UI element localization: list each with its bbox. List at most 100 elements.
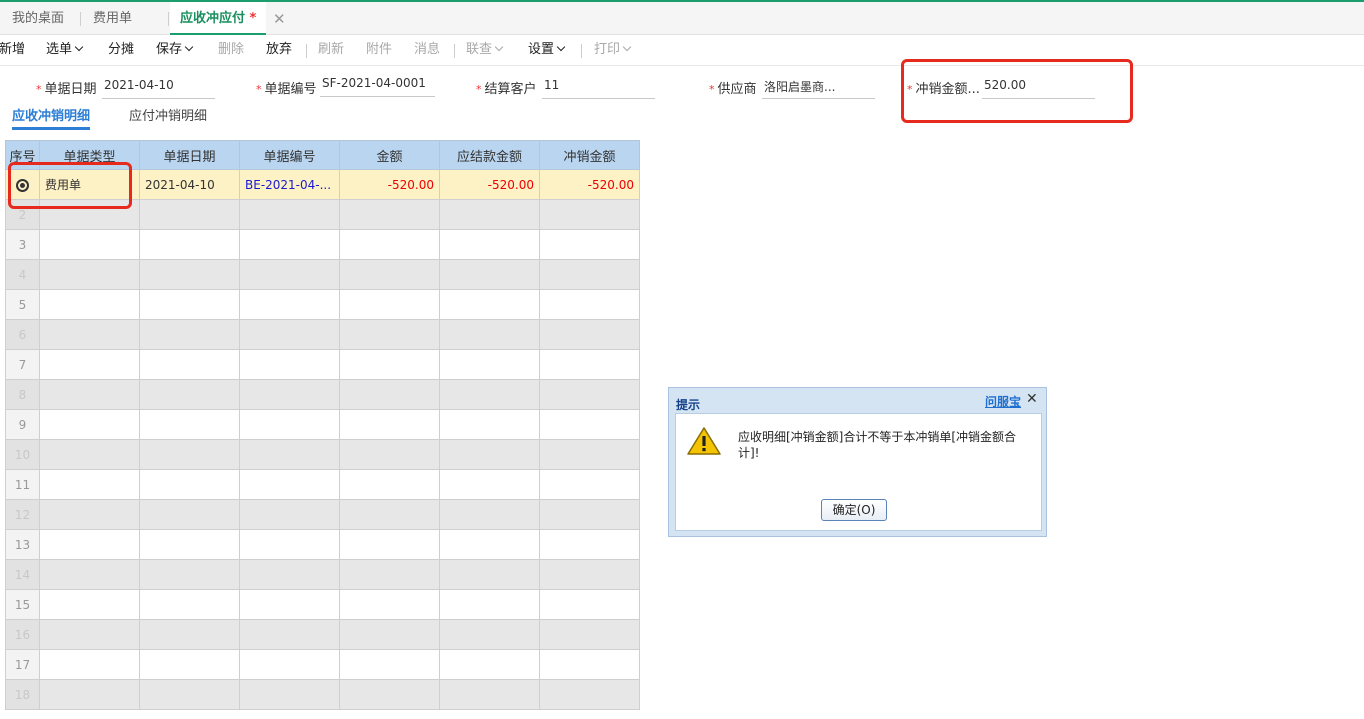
select-doc-button[interactable]: 选单 xyxy=(46,35,84,64)
cell-doc-no[interactable] xyxy=(239,349,340,380)
table-row[interactable]: 15 xyxy=(5,589,640,620)
cell-amount[interactable] xyxy=(339,559,440,590)
table-row[interactable]: 5 xyxy=(5,289,640,320)
settings-button[interactable]: 设置 xyxy=(528,35,566,64)
cell-doc-no[interactable] xyxy=(239,319,340,350)
cell-amount[interactable] xyxy=(339,499,440,530)
cell-doc-type[interactable] xyxy=(39,619,140,650)
cell-due-amount[interactable]: -520.00 xyxy=(439,169,540,200)
tab-desktop[interactable]: 我的桌面 xyxy=(12,2,64,35)
cell-offset-amount[interactable] xyxy=(539,349,640,380)
cell-amount[interactable] xyxy=(339,649,440,680)
cell-due-amount[interactable] xyxy=(439,259,540,290)
cell-doc-no[interactable] xyxy=(239,619,340,650)
cell-doc-type[interactable] xyxy=(39,319,140,350)
cell-doc-date[interactable] xyxy=(139,559,240,590)
message-button[interactable]: 消息 xyxy=(414,35,440,64)
delete-button[interactable]: 删除 xyxy=(218,35,244,64)
ok-button[interactable]: 确定(O) xyxy=(821,499,887,521)
cell-doc-type[interactable] xyxy=(39,649,140,680)
table-row[interactable]: 17 xyxy=(5,649,640,680)
table-row[interactable]: 12 xyxy=(5,499,640,530)
cell-doc-type[interactable] xyxy=(39,289,140,320)
col-header-due-amount[interactable]: 应结款金额 xyxy=(439,140,540,170)
close-tab-icon[interactable]: ✕ xyxy=(273,2,286,36)
cell-doc-no[interactable] xyxy=(239,229,340,260)
cell-doc-no[interactable] xyxy=(239,649,340,680)
cell-doc-type[interactable] xyxy=(39,589,140,620)
cell-due-amount[interactable] xyxy=(439,199,540,230)
cell-doc-date[interactable] xyxy=(139,529,240,560)
cell-amount[interactable] xyxy=(339,409,440,440)
cell-offset-amount[interactable] xyxy=(539,439,640,470)
cell-doc-date[interactable] xyxy=(139,469,240,500)
col-header-amount[interactable]: 金额 xyxy=(339,140,440,170)
cell-amount[interactable] xyxy=(339,259,440,290)
col-header-offset-amount[interactable]: 冲销金额 xyxy=(539,140,640,170)
table-row[interactable]: 18 xyxy=(5,679,640,710)
cell-due-amount[interactable] xyxy=(439,289,540,320)
cell-amount[interactable] xyxy=(339,469,440,500)
cell-due-amount[interactable] xyxy=(439,649,540,680)
cell-due-amount[interactable] xyxy=(439,529,540,560)
cell-amount[interactable] xyxy=(339,619,440,650)
table-row[interactable]: 6 xyxy=(5,319,640,350)
cell-offset-amount[interactable] xyxy=(539,259,640,290)
cell-due-amount[interactable] xyxy=(439,469,540,500)
table-row[interactable]: 7 xyxy=(5,349,640,380)
cell-offset-amount[interactable] xyxy=(539,379,640,410)
cell-due-amount[interactable] xyxy=(439,679,540,710)
cell-doc-type[interactable] xyxy=(39,469,140,500)
col-header-doc-no[interactable]: 单据编号 xyxy=(239,140,340,170)
cell-doc-no[interactable] xyxy=(239,379,340,410)
cell-due-amount[interactable] xyxy=(439,559,540,590)
cell-offset-amount[interactable] xyxy=(539,619,640,650)
table-row[interactable]: 16 xyxy=(5,619,640,650)
close-icon[interactable]: ✕ xyxy=(1026,391,1038,407)
cell-doc-no[interactable] xyxy=(239,409,340,440)
cell-offset-amount[interactable] xyxy=(539,649,640,680)
linked-query-button[interactable]: 联查 xyxy=(466,35,504,64)
split-button[interactable]: 分摊 xyxy=(108,35,134,64)
cell-doc-type[interactable] xyxy=(39,409,140,440)
tab-receivable-detail[interactable]: 应收冲销明细 xyxy=(12,107,91,130)
cell-amount[interactable] xyxy=(339,289,440,320)
cell-doc-no[interactable] xyxy=(239,559,340,590)
cell-doc-type[interactable] xyxy=(39,529,140,560)
cell-offset-amount[interactable] xyxy=(539,679,640,710)
tab-payable-detail[interactable]: 应付冲销明细 xyxy=(129,107,207,127)
cell-doc-no[interactable] xyxy=(239,199,340,230)
tab-receivable-offset[interactable]: 应收冲应付 * xyxy=(170,2,267,36)
table-row[interactable]: 10 xyxy=(5,439,640,470)
cell-offset-amount[interactable] xyxy=(539,289,640,320)
cell-doc-no[interactable] xyxy=(239,589,340,620)
table-row[interactable]: 13 xyxy=(5,529,640,560)
cell-doc-date[interactable] xyxy=(139,649,240,680)
cell-due-amount[interactable] xyxy=(439,619,540,650)
cell-doc-type[interactable] xyxy=(39,439,140,470)
cell-doc-no[interactable] xyxy=(239,469,340,500)
cell-doc-date[interactable]: 2021-04-10 xyxy=(139,169,240,200)
save-button[interactable]: 保存 xyxy=(156,35,194,64)
table-row[interactable]: 9 xyxy=(5,409,640,440)
supplier-field[interactable]: 洛阳启墨商... xyxy=(762,78,875,99)
help-link[interactable]: 问服宝 xyxy=(985,393,1021,410)
cell-doc-no[interactable] xyxy=(239,289,340,320)
cell-due-amount[interactable] xyxy=(439,499,540,530)
cell-doc-type[interactable] xyxy=(39,499,140,530)
doc-no-field[interactable]: SF-2021-04-0001 xyxy=(320,76,435,97)
cell-offset-amount[interactable] xyxy=(539,529,640,560)
cell-doc-type[interactable] xyxy=(39,679,140,710)
table-row[interactable]: 4 xyxy=(5,259,640,290)
table-row[interactable]: 3 xyxy=(5,229,640,260)
cell-amount[interactable] xyxy=(339,199,440,230)
cell-doc-date[interactable] xyxy=(139,499,240,530)
cell-doc-type[interactable] xyxy=(39,259,140,290)
cell-amount[interactable] xyxy=(339,679,440,710)
cell-offset-amount[interactable] xyxy=(539,469,640,500)
cell-doc-date[interactable] xyxy=(139,319,240,350)
cell-amount[interactable] xyxy=(339,529,440,560)
cell-offset-amount[interactable] xyxy=(539,499,640,530)
customer-field[interactable]: 11 xyxy=(542,78,655,99)
attachment-button[interactable]: 附件 xyxy=(366,35,392,64)
